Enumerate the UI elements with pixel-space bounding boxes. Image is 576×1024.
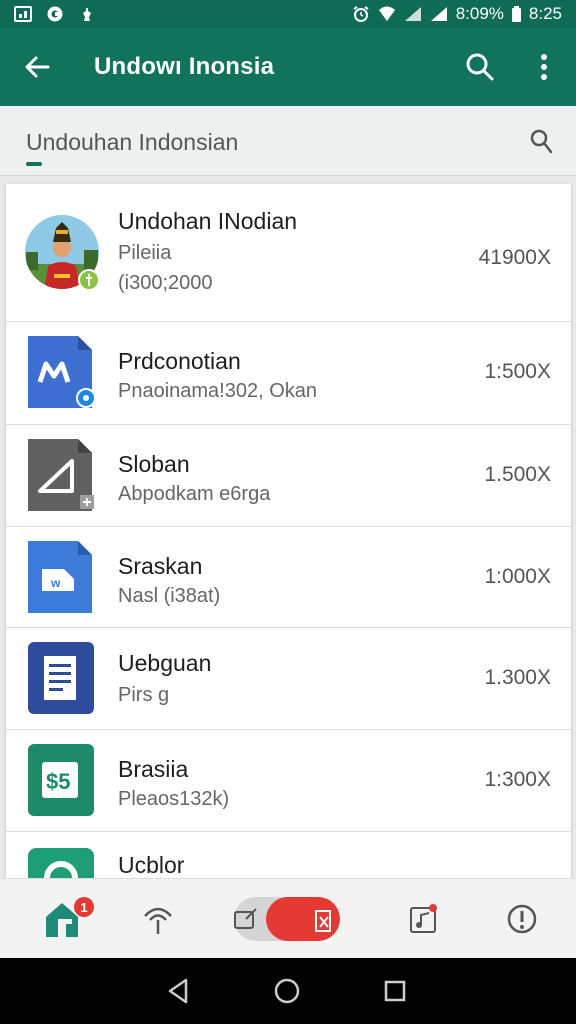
page-title: Undowı Inonsia xyxy=(94,53,275,80)
nav-record[interactable] xyxy=(226,879,346,959)
app-size: 41900X xyxy=(478,246,551,269)
clock: 8:25 xyxy=(528,4,562,23)
bottom-navigation: 1 xyxy=(0,878,576,958)
money-icon: $5 xyxy=(28,744,94,816)
app-list: Undohan INodian Pileiia (i300;2000 41900… xyxy=(6,184,571,878)
app-size: 1.500X xyxy=(484,463,551,486)
status-bar: 8:09% 8:25 xyxy=(0,0,576,28)
app-name: Prdconotian xyxy=(118,348,241,374)
app-publisher: Pileiia xyxy=(118,242,172,264)
search-icon xyxy=(466,53,494,81)
share-icon xyxy=(315,910,331,932)
list-item[interactable]: Uebguan Pirs g 1.300X xyxy=(6,628,571,730)
app-size: 1:300X xyxy=(484,768,551,791)
app-name: Brasiia xyxy=(118,756,189,782)
nav-info[interactable] xyxy=(490,879,554,959)
section-tab-label[interactable]: Undouhan Indonsian xyxy=(26,129,238,156)
app-name: Ucblor xyxy=(118,852,185,878)
app-size: 1:500X xyxy=(484,360,551,383)
triangle-app-icon xyxy=(28,439,94,511)
app-publisher: Pleaos132k) xyxy=(118,788,230,810)
battery-percentage: 8:09% xyxy=(455,4,504,23)
app-publisher: Pirs g xyxy=(118,684,170,706)
app-toolbar: Undowı Inonsia xyxy=(0,28,576,106)
app-notification-icon xyxy=(47,6,63,22)
battery-icon xyxy=(511,6,521,22)
list-item[interactable]: $5 Brasiia Pleaos132k) 1:300X xyxy=(6,730,571,832)
app-name: Sraskan xyxy=(118,553,203,579)
gallery-icon xyxy=(14,6,32,22)
app-publisher: Pnaoinama!302, Okan xyxy=(118,380,318,402)
section-header: Undouhan Indonsian xyxy=(0,106,576,176)
wifi-icon xyxy=(378,6,395,21)
app-size: 1:000X xyxy=(484,565,551,588)
music-note-icon xyxy=(410,904,437,933)
nav-home[interactable]: 1 xyxy=(26,879,98,959)
alert-icon xyxy=(507,904,537,934)
app-name: Uebguan xyxy=(118,650,212,676)
back-button[interactable] xyxy=(0,28,74,106)
nav-music[interactable] xyxy=(392,879,456,959)
list-item[interactable]: Undohan INodian Pileiia (i300;2000 41900… xyxy=(6,184,571,322)
nav-antenna[interactable] xyxy=(126,879,190,959)
edit-box-icon xyxy=(234,908,257,929)
doc-w-icon: w xyxy=(28,541,92,613)
antenna-icon xyxy=(144,907,172,934)
system-navigation-bar xyxy=(0,958,576,1024)
app-publisher: Abpodkam e6rga xyxy=(118,483,271,505)
search-button[interactable] xyxy=(448,28,512,106)
portrait-avatar-icon xyxy=(25,215,100,291)
more-options-button[interactable] xyxy=(512,28,576,106)
list-item[interactable]: Ucblor xyxy=(6,832,571,878)
signal-icon xyxy=(404,7,421,21)
list-item[interactable]: Sloban Abpodkam e6rga 1.500X xyxy=(6,425,571,527)
home-circle-icon[interactable] xyxy=(272,976,302,1006)
record-button[interactable] xyxy=(266,897,310,941)
signal-icon xyxy=(430,7,447,21)
alarm-icon xyxy=(353,6,369,22)
docs-m-icon xyxy=(28,336,94,408)
recents-square-icon[interactable] xyxy=(380,976,410,1006)
app-publisher: Nasl (i38at) xyxy=(118,585,221,607)
app-name: Sloban xyxy=(118,451,190,477)
back-triangle-icon[interactable] xyxy=(164,976,194,1006)
arrow-left-icon xyxy=(25,56,50,78)
person-search-icon[interactable] xyxy=(526,128,554,156)
circle-app-icon xyxy=(28,848,94,878)
svg-text:$5: $5 xyxy=(46,769,70,794)
list-item[interactable]: Prdconotian Pnaoinama!302, Okan 1:500X xyxy=(6,322,571,425)
app-size: 1.300X xyxy=(484,666,551,689)
tab-indicator xyxy=(26,162,42,166)
app-version: (i300;2000 xyxy=(118,272,213,294)
chess-icon xyxy=(83,8,91,21)
notes-icon xyxy=(28,642,94,714)
app-name: Undohan INodian xyxy=(118,208,298,234)
more-vert-icon xyxy=(541,54,547,80)
list-item[interactable]: w Sraskan Nasl (i38at) 1:000X xyxy=(6,527,571,628)
svg-text:w: w xyxy=(50,576,61,590)
notification-badge: 1 xyxy=(74,897,94,917)
